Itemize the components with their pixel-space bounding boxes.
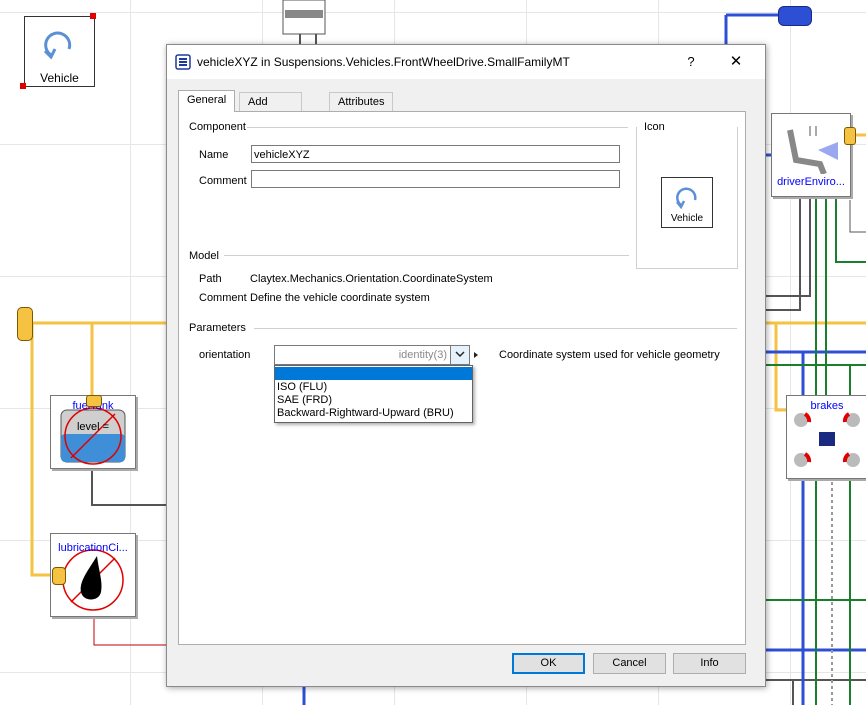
vehicle-block-label: Vehicle: [40, 71, 79, 85]
vehicle-rotate-icon: [676, 187, 697, 210]
bus-connector[interactable]: [86, 395, 102, 407]
cancel-button[interactable]: Cancel: [593, 653, 666, 674]
name-input[interactable]: vehicleXYZ: [251, 145, 620, 163]
orientation-options-list[interactable]: ISO (FLU) SAE (FRD) Backward-Rightward-U…: [274, 365, 473, 423]
dialog-titlebar[interactable]: vehicleXYZ in Suspensions.Vehicles.Front…: [167, 45, 765, 79]
option-sae-frd[interactable]: SAE (FRD): [275, 394, 472, 407]
tab-attributes[interactable]: Attributes: [329, 92, 394, 111]
component-properties-dialog[interactable]: vehicleXYZ in Suspensions.Vehicles.Front…: [166, 44, 766, 687]
comment-input[interactable]: [251, 170, 620, 188]
lubrication-label: lubricationCi...: [58, 542, 128, 554]
fueltank-level: level =: [76, 421, 110, 433]
controlbus-label: controlBus: [0, 297, 4, 346]
model-comment-label: Comment: [199, 292, 247, 304]
icon-preview-label: Vehicle: [670, 213, 704, 224]
brakes-block[interactable]: brakes: [786, 395, 866, 479]
controlbus-connector[interactable]: [17, 307, 33, 341]
driver-environment-label: driverEnviro...: [777, 176, 845, 188]
model-group-title: Model: [189, 250, 219, 262]
component-group-title: Component: [189, 121, 246, 133]
brake-disc-icon: [794, 412, 860, 467]
group-divider: [224, 255, 629, 256]
info-button[interactable]: Info: [673, 653, 746, 674]
tab-add-modifiers[interactable]: Add modifiers: [239, 92, 302, 126]
brakes-label: brakes: [810, 400, 844, 412]
blue-connector[interactable]: [778, 6, 812, 26]
close-button[interactable]: ✕: [724, 51, 748, 73]
orientation-combobox[interactable]: identity(3): [274, 345, 470, 365]
path-label: Path: [199, 273, 222, 285]
group-divider: [247, 127, 628, 128]
name-label: Name: [199, 149, 229, 161]
parameters-group-title: Parameters: [189, 322, 246, 334]
driver-seat-icon: [787, 126, 838, 174]
bus-connector[interactable]: [844, 127, 856, 145]
general-tab-panel: Component Name vehicleXYZ Comment Icon V…: [178, 111, 746, 645]
tab-general[interactable]: General: [178, 90, 236, 112]
vehicle-rotate-icon: [43, 31, 72, 60]
comment-label: Comment: [199, 175, 247, 187]
selection-handle[interactable]: [90, 13, 96, 19]
dropdown-button[interactable]: [450, 346, 469, 364]
vehicle-block[interactable]: Vehicle: [24, 16, 95, 87]
icon-preview: Vehicle: [661, 177, 713, 228]
option-iso-flu[interactable]: ISO (FLU): [275, 381, 472, 394]
window-icon: [175, 54, 191, 70]
dropdown-chevron-icon: [455, 351, 465, 357]
ok-button[interactable]: OK: [512, 653, 585, 674]
orientation-description: Coordinate system used for vehicle geome…: [499, 349, 720, 361]
path-value: Claytex.Mechanics.Orientation.Coordinate…: [250, 273, 493, 285]
dialog-title: vehicleXYZ in Suspensions.Vehicles.Front…: [197, 55, 570, 69]
driver-environment-block[interactable]: driverEnviro...: [771, 113, 851, 197]
option-empty[interactable]: [275, 367, 472, 380]
orientation-value: identity(3): [398, 349, 447, 361]
option-bru[interactable]: Backward-Rightward-Upward (BRU): [275, 407, 472, 420]
help-button[interactable]: ?: [679, 51, 703, 73]
bus-connector[interactable]: [52, 567, 66, 585]
orientation-label: orientation: [199, 349, 251, 361]
group-divider: [254, 328, 737, 329]
edit-menu-arrow-icon[interactable]: [473, 351, 479, 359]
selection-handle[interactable]: [20, 83, 26, 89]
model-comment-value: Define the vehicle coordinate system: [250, 292, 430, 304]
